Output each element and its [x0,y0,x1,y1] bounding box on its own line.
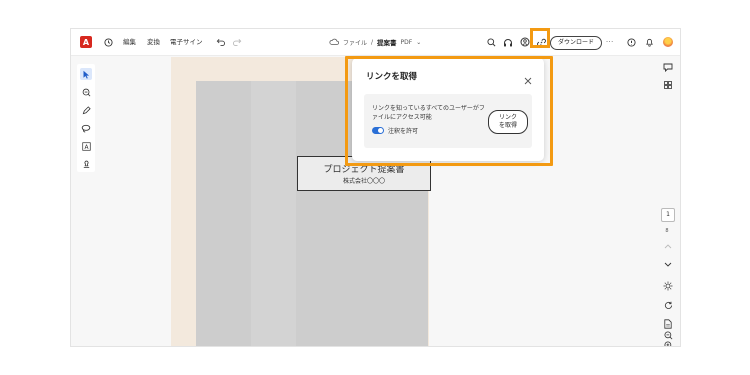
acrobat-logo[interactable]: A [80,36,92,48]
link-button-highlight-box [530,28,550,48]
path-separator: / [371,38,374,46]
file-name: 提案書 [377,39,397,47]
cloud-icon [329,38,339,47]
page-shade [251,81,296,346]
file-folder-label: ファイル [343,39,368,47]
headphones-icon[interactable] [503,29,513,55]
share-icon[interactable] [520,29,530,55]
menu-convert[interactable]: 変換 [147,29,160,55]
history-icon[interactable] [104,29,113,55]
select-icon[interactable] [80,68,92,80]
lasso-icon[interactable] [80,122,92,134]
comment-icon[interactable] [662,61,674,73]
stamp-icon[interactable] [80,158,92,170]
svg-text:A: A [84,144,88,150]
more-menu-button[interactable]: ··· [606,29,614,55]
page-number-input[interactable]: 1 [661,208,675,222]
tool-panel: A [77,64,95,172]
bell-icon[interactable] [645,29,654,55]
left-tool-rail: A [71,56,101,346]
brightness-icon[interactable] [662,280,674,292]
menu-e-sign[interactable]: 電子サイン [170,29,203,55]
text-icon[interactable]: A [80,140,92,152]
redo-icon[interactable] [233,29,242,55]
popup-highlight-box [345,56,553,166]
undo-icon[interactable] [216,29,225,55]
chevron-up-icon[interactable] [662,240,674,252]
download-button[interactable]: ダウンロード [550,36,602,50]
avatar[interactable] [663,37,673,47]
file-chevron: ⌄ [416,38,422,46]
document-company: 株式会社〇〇〇 [342,178,385,185]
pen-icon[interactable] [80,104,92,116]
zoom-out-icon[interactable] [662,329,674,341]
help-icon[interactable] [627,29,636,55]
zoom-comment-icon[interactable] [80,86,92,98]
search-icon[interactable] [487,29,496,55]
chevron-down-icon[interactable] [662,258,674,270]
file-path[interactable]: ファイル / 提案書 PDF ⌄ [329,29,421,55]
top-toolbar: A 編集 変換 電子サイン ファイル / 提案書 PDF ⌄ ダウンロード ··… [71,29,680,56]
page-total: 8 [665,228,669,234]
acrobat-logo-glyph: A [82,37,90,47]
file-extension: PDF [400,38,413,46]
right-tool-rail: 1 8 [656,56,680,346]
refresh-icon[interactable] [662,299,674,311]
menu-edit[interactable]: 編集 [123,29,136,55]
grid-icon[interactable] [662,79,674,91]
